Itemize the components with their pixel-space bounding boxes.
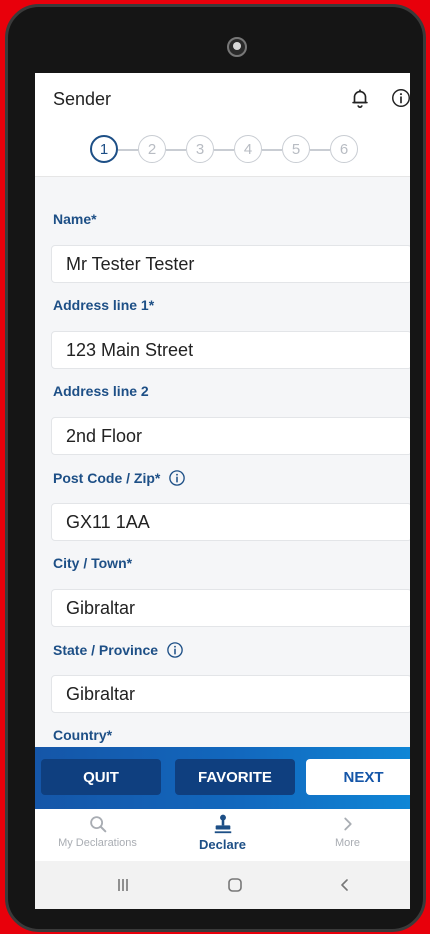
- step-connector: [310, 149, 330, 151]
- city-field[interactable]: [51, 589, 410, 627]
- quit-button[interactable]: QUIT: [41, 759, 161, 795]
- name-field[interactable]: [51, 245, 410, 283]
- nav-more[interactable]: More: [285, 813, 410, 859]
- state-label: State / Province: [53, 641, 184, 659]
- bell-icon[interactable]: [349, 87, 371, 109]
- address-line-1-label: Address line 1*: [53, 297, 155, 313]
- step-5: 5: [282, 135, 310, 163]
- step-connector: [214, 149, 234, 151]
- chevron-right-icon: [343, 817, 352, 831]
- step-connector: [262, 149, 282, 151]
- nav-label: More: [334, 837, 361, 849]
- postcode-label: Post Code / Zip*: [53, 469, 186, 487]
- nav-declare[interactable]: Declare: [160, 813, 285, 859]
- nav-label: My Declarations: [58, 837, 137, 849]
- name-label: Name*: [53, 211, 97, 227]
- step-6: 6: [330, 135, 358, 163]
- address-line-1-field[interactable]: [51, 331, 410, 369]
- step-3: 3: [186, 135, 214, 163]
- front-camera: [227, 37, 247, 57]
- nav-my-declarations[interactable]: My Declarations: [35, 813, 160, 859]
- nav-label: Declare: [199, 837, 246, 852]
- state-field[interactable]: [51, 675, 410, 713]
- action-bar: QUIT FAVORITE NEXT: [35, 747, 410, 809]
- system-navigation-bar: [35, 861, 410, 909]
- step-connector: [118, 149, 138, 151]
- address-line-2-field[interactable]: [51, 417, 410, 455]
- step-2: 2: [138, 135, 166, 163]
- stamp-icon: [214, 814, 231, 834]
- step-indicator: 1 2 3 4 5 6: [90, 135, 380, 165]
- page-title: Sender: [53, 89, 112, 109]
- recents-icon[interactable]: [111, 873, 135, 897]
- next-button[interactable]: NEXT: [306, 759, 410, 795]
- info-icon[interactable]: [168, 469, 186, 487]
- info-icon[interactable]: [166, 641, 184, 659]
- step-connector: [166, 149, 186, 151]
- country-label: Country*: [53, 727, 113, 743]
- step-1: 1: [90, 135, 118, 163]
- back-icon[interactable]: [333, 873, 357, 897]
- app-header: Sender 1 2 3 4 5 6: [35, 73, 410, 177]
- phone-frame: Sender 1 2 3 4 5 6 Name* Mr Tester Teste…: [5, 4, 426, 932]
- app-screen: Sender 1 2 3 4 5 6 Name* Mr Tester Teste…: [35, 73, 410, 909]
- address-line-2-label: Address line 2: [53, 383, 149, 399]
- search-icon: [89, 816, 106, 833]
- bottom-navigation: My Declarations Declare More: [35, 809, 410, 861]
- postcode-field[interactable]: [51, 503, 410, 541]
- city-label: City / Town*: [53, 555, 133, 571]
- step-4: 4: [234, 135, 262, 163]
- home-icon[interactable]: [223, 873, 247, 897]
- info-icon[interactable]: [390, 87, 410, 109]
- favorite-button[interactable]: FAVORITE: [175, 759, 295, 795]
- sender-form: Name* Address line 1* Address line 2 Pos…: [35, 177, 410, 747]
